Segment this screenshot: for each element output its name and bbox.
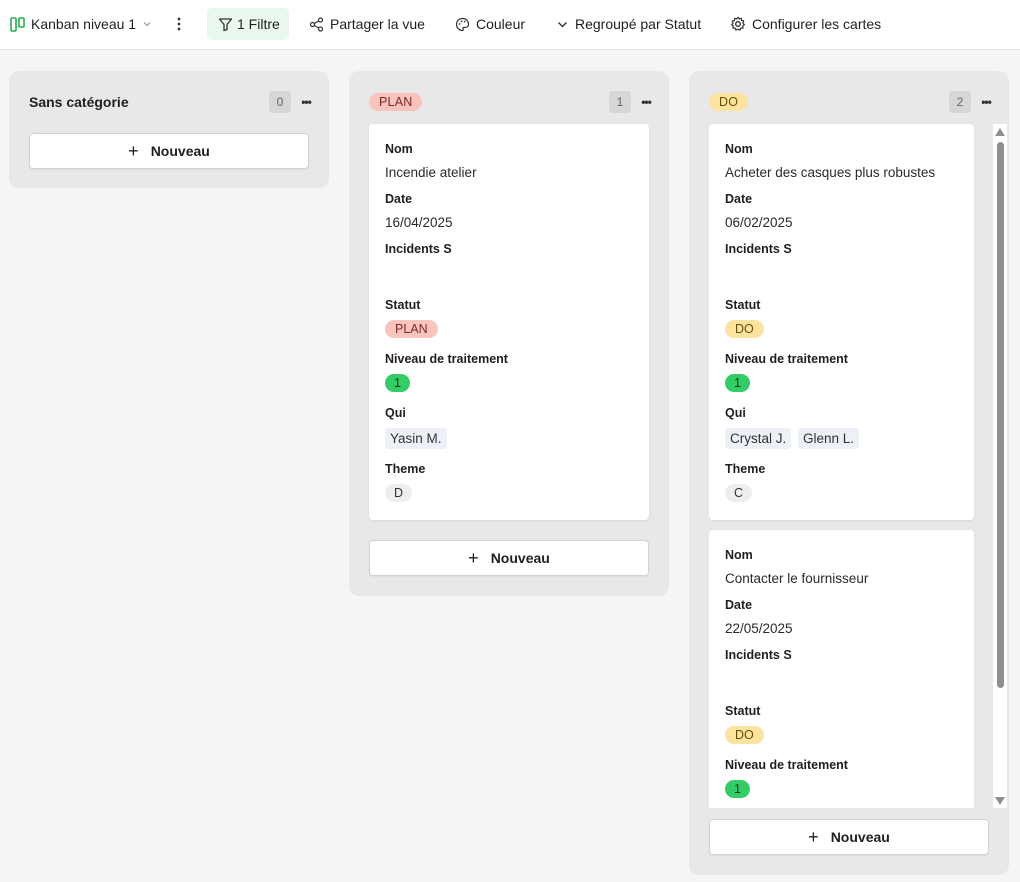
filter-button[interactable]: 1 Filtre bbox=[207, 8, 289, 40]
kanban-card[interactable]: Nom Incendie atelier Date 16/04/2025 Inc… bbox=[369, 124, 649, 520]
scroll-down-arrow-icon[interactable] bbox=[995, 797, 1005, 805]
column-menu-button[interactable]: ••• bbox=[639, 96, 653, 108]
palette-icon bbox=[455, 17, 470, 31]
column-status-pill: DO bbox=[709, 93, 749, 111]
kanban-icon bbox=[10, 16, 25, 32]
scroll-up-arrow-icon[interactable] bbox=[995, 128, 1005, 136]
status-chip: DO bbox=[725, 726, 764, 744]
field-label-niveau: Niveau de traitement bbox=[725, 352, 848, 366]
field-value-date: 22/05/2025 bbox=[725, 621, 793, 636]
group-by-button[interactable]: Regroupé par Statut bbox=[556, 8, 701, 40]
column-cards-scroll-area[interactable]: Nom Acheter des casques plus robustes Da… bbox=[709, 124, 993, 808]
kanban-card[interactable]: Nom Acheter des casques plus robustes Da… bbox=[709, 124, 974, 520]
field-label-theme: Theme bbox=[385, 462, 426, 476]
field-label-niveau: Niveau de traitement bbox=[385, 352, 508, 366]
level-chip: 1 bbox=[385, 374, 410, 392]
share-icon bbox=[309, 16, 324, 32]
config-label: Configurer les cartes bbox=[752, 16, 882, 32]
column-count-badge: 2 bbox=[949, 91, 971, 113]
field-label-theme: Theme bbox=[725, 462, 766, 476]
field-label-qui: Qui bbox=[725, 406, 746, 420]
plus-icon: + bbox=[468, 548, 479, 568]
chevron-down-icon bbox=[143, 22, 151, 27]
level-chip: 1 bbox=[725, 780, 750, 798]
field-label-nom: Nom bbox=[725, 548, 753, 562]
share-label: Partager la vue bbox=[330, 16, 425, 32]
status-chip: DO bbox=[725, 320, 764, 338]
theme-chip: C bbox=[725, 484, 753, 502]
field-value-date: 06/02/2025 bbox=[725, 215, 793, 230]
field-value-nom: Acheter des casques plus robustes bbox=[725, 165, 936, 180]
scrollbar-thumb[interactable] bbox=[997, 142, 1004, 688]
view-name: Kanban niveau 1 bbox=[31, 16, 137, 32]
column-menu-button[interactable]: ••• bbox=[299, 96, 313, 108]
field-value-nom: Contacter le fournisseur bbox=[725, 571, 869, 586]
field-value-nom: Incendie atelier bbox=[385, 165, 477, 180]
color-label: Couleur bbox=[476, 16, 526, 32]
field-label-date: Date bbox=[385, 192, 413, 206]
filter-label: 1 Filtre bbox=[237, 16, 280, 32]
theme-chip: D bbox=[385, 484, 413, 502]
column-menu-button[interactable]: ••• bbox=[979, 96, 993, 108]
field-label-nom: Nom bbox=[385, 142, 413, 156]
user-chip: Yasin M. bbox=[385, 428, 447, 449]
share-view-button[interactable]: Partager la vue bbox=[309, 8, 425, 40]
new-card-button[interactable]: + Nouveau bbox=[369, 540, 649, 576]
view-selector[interactable]: Kanban niveau 1 bbox=[10, 8, 152, 40]
column-scrollbar[interactable] bbox=[993, 124, 1007, 808]
kanban-column-uncategorized: Sans catégorie 0 ••• + Nouveau bbox=[9, 71, 329, 188]
view-toolbar: Kanban niveau 1 1 Filtre Partager la vue… bbox=[0, 0, 1020, 50]
column-status-pill: PLAN bbox=[369, 93, 423, 111]
new-card-label: Nouveau bbox=[150, 143, 210, 159]
column-header: PLAN 1 ••• bbox=[369, 91, 653, 113]
column-header: Sans catégorie 0 ••• bbox=[29, 91, 313, 113]
field-label-incidents: Incidents S bbox=[725, 242, 792, 256]
color-button[interactable]: Couleur bbox=[455, 8, 525, 40]
new-card-label: Nouveau bbox=[490, 550, 550, 566]
field-label-incidents: Incidents S bbox=[385, 242, 452, 256]
field-label-incidents: Incidents S bbox=[725, 648, 792, 662]
group-label: Regroupé par Statut bbox=[575, 16, 702, 32]
chevron-down-icon bbox=[558, 21, 567, 27]
field-label-date: Date bbox=[725, 598, 753, 612]
filter-icon bbox=[218, 17, 233, 31]
user-chip: Crystal J. bbox=[725, 428, 792, 449]
user-chip: Glenn L. bbox=[798, 428, 860, 449]
column-header: DO 2 ••• bbox=[709, 91, 993, 113]
level-chip: 1 bbox=[725, 374, 750, 392]
view-more-button[interactable] bbox=[170, 8, 188, 40]
column-title: Sans catégorie bbox=[29, 94, 129, 110]
column-count-badge: 1 bbox=[609, 91, 631, 113]
field-label-qui: Qui bbox=[385, 406, 406, 420]
vertical-dots-icon bbox=[177, 17, 181, 31]
field-label-niveau: Niveau de traitement bbox=[725, 758, 848, 772]
field-label-date: Date bbox=[725, 192, 753, 206]
configure-cards-button[interactable]: Configurer les cartes bbox=[730, 8, 881, 40]
gear-icon bbox=[731, 16, 745, 31]
new-card-button[interactable]: + Nouveau bbox=[709, 819, 989, 855]
field-value-date: 16/04/2025 bbox=[385, 215, 453, 230]
column-count-badge: 0 bbox=[269, 91, 291, 113]
field-label-statut: Statut bbox=[385, 298, 421, 312]
status-chip: PLAN bbox=[385, 320, 438, 338]
plus-icon: + bbox=[128, 141, 139, 161]
plus-icon: + bbox=[808, 827, 819, 847]
field-label-statut: Statut bbox=[725, 704, 761, 718]
field-label-nom: Nom bbox=[725, 142, 753, 156]
field-label-statut: Statut bbox=[725, 298, 761, 312]
new-card-button[interactable]: + Nouveau bbox=[29, 133, 309, 169]
new-card-label: Nouveau bbox=[830, 829, 890, 845]
kanban-card[interactable]: Nom Contacter le fournisseur Date 22/05/… bbox=[709, 530, 974, 808]
